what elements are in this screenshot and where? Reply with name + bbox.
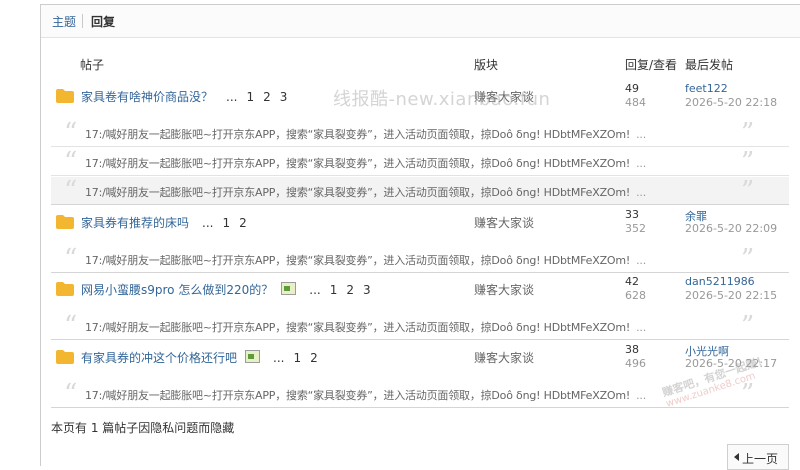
image-attachment-icon <box>281 282 297 295</box>
page-link[interactable]: 1 <box>330 283 338 297</box>
reply-excerpt-more: ... <box>636 157 646 170</box>
page-link[interactable]: 2 <box>346 283 354 297</box>
reply-excerpt-row[interactable]: “ 17:/喊好朋友一起膨胀吧~打开京东APP，搜索“家具裂变券”，进入活动页面领… <box>51 118 789 148</box>
quote-close-icon: ” <box>741 118 755 148</box>
last-poster-link[interactable]: dan5211986 <box>685 275 755 288</box>
thread-row: 网易小蛮腰s9pro 怎么做到220的？... 1 2 3 赚客大家谈 42 628 dan5… <box>51 275 789 305</box>
reply-excerpt-text: 17:/喊好朋友一起膨胀吧~打开京东APP，搜索“家具裂变券”，进入活动页面领取… <box>85 155 646 171</box>
reply-excerpt-text: 17:/喊好朋友一起膨胀吧~打开京东APP，搜索“家具裂变券”，进入活动页面领取… <box>85 319 646 335</box>
reply-excerpt-text: 17:/喊好朋友一起膨胀吧~打开京东APP，搜索“家具裂变券”，进入活动页面领取… <box>85 387 646 403</box>
thread-forum-link[interactable]: 赚客大家谈 <box>474 214 534 231</box>
thread-row: 有家具券的冲这个价格还行吧... 1 2 赚客大家谈 38 496 小光光啊 2026-5-2… <box>51 343 789 373</box>
thread-title-link[interactable]: 家具卷有啥神价商品没？ <box>81 90 213 104</box>
page-link[interactable]: 1 <box>222 216 230 230</box>
thread-title-link[interactable]: 网易小蛮腰s9pro 怎么做到220的？ <box>81 283 273 297</box>
quote-open-icon: “ <box>64 118 78 148</box>
folder-icon <box>56 89 74 103</box>
watermark-center: 线报酷-new.xianbao.fun <box>333 89 551 110</box>
thread-title-link[interactable]: 家具券有推荐的床吗 <box>81 216 189 230</box>
view-count: 352 <box>625 222 646 235</box>
thread-pagination: ... 1 2 3 <box>217 90 287 104</box>
view-count: 484 <box>625 96 646 109</box>
prev-page-label: 上一页 <box>742 452 779 466</box>
thread-pagination: ... 1 2 <box>264 351 318 365</box>
quote-close-icon: ” <box>741 244 755 274</box>
reply-excerpt-text: 17:/喊好朋友一起膨胀吧~打开京东APP，搜索“家具裂变券”，进入活动页面领取… <box>85 252 646 268</box>
image-attachment-icon <box>245 350 261 363</box>
thread-title-area: 网易小蛮腰s9pro 怎么做到220的？... 1 2 3 <box>81 281 371 298</box>
reply-excerpt-more: ... <box>636 389 646 402</box>
page-link: ... <box>202 216 214 230</box>
view-count: 628 <box>625 289 646 302</box>
tab-topics[interactable]: 主题 <box>52 13 76 30</box>
reply-count: 42 <box>625 275 639 288</box>
reply-excerpt-row[interactable]: “ 17:/喊好朋友一起膨胀吧~打开京东APP，搜索“家具裂变券”，进入活动页面领… <box>51 244 789 274</box>
reply-excerpt-text: 17:/喊好朋友一起膨胀吧~打开京东APP，搜索“家具裂变券”，进入活动页面领取… <box>85 184 646 200</box>
reply-excerpt-body: 17:/喊好朋友一起膨胀吧~打开京东APP，搜索“家具裂变券”，进入活动页面领取… <box>85 186 631 199</box>
reply-excerpt-more: ... <box>636 128 646 141</box>
page-link[interactable]: 2 <box>310 351 318 365</box>
reply-excerpt-body: 17:/喊好朋友一起膨胀吧~打开京东APP，搜索“家具裂变券”，进入活动页面领取… <box>85 254 631 267</box>
quote-open-icon: “ <box>64 176 78 206</box>
reply-excerpt-body: 17:/喊好朋友一起膨胀吧~打开京东APP，搜索“家具裂变券”，进入活动页面领取… <box>85 321 631 334</box>
quote-close-icon: ” <box>741 311 755 341</box>
thread-forum-link[interactable]: 赚客大家谈 <box>474 349 534 366</box>
reply-count: 49 <box>625 82 639 95</box>
page-link: ... <box>273 351 285 365</box>
thread-title-area: 家具卷有啥神价商品没？... 1 2 3 <box>81 88 287 105</box>
thread-title-area: 有家具券的冲这个价格还行吧... 1 2 <box>81 349 318 366</box>
page-link[interactable]: 1 <box>293 351 301 365</box>
quote-open-icon: “ <box>64 147 78 177</box>
tab-replies[interactable]: 回复 <box>91 13 115 30</box>
folder-icon <box>56 282 74 296</box>
thread-forum-link[interactable]: 赚客大家谈 <box>474 281 534 298</box>
prev-page-button[interactable]: 上一页 <box>727 444 789 470</box>
reply-count: 38 <box>625 343 639 356</box>
reply-excerpt-more: ... <box>636 254 646 267</box>
quote-open-icon: “ <box>64 311 78 341</box>
column-header-post: 帖子 <box>80 58 105 72</box>
reply-excerpt-more: ... <box>636 321 646 334</box>
quote-open-icon: “ <box>64 379 78 409</box>
thread-row: 家具券有推荐的床吗... 1 2 赚客大家谈 33 352 余罪 2026-5-20 22:0… <box>51 208 789 238</box>
thread-title-area: 家具券有推荐的床吗... 1 2 <box>81 214 247 231</box>
reply-excerpt-body: 17:/喊好朋友一起膨胀吧~打开京东APP，搜索“家具裂变券”，进入活动页面领取… <box>85 128 631 141</box>
column-header-stats: 回复/查看 <box>625 58 678 72</box>
page-link: ... <box>226 90 238 104</box>
view-count: 496 <box>625 357 646 370</box>
reply-excerpt-text: 17:/喊好朋友一起膨胀吧~打开京东APP，搜索“家具裂变券”，进入活动页面领取… <box>85 126 646 142</box>
last-poster-link[interactable]: feet122 <box>685 82 728 95</box>
folder-icon <box>56 215 74 229</box>
page-link[interactable]: 3 <box>280 90 288 104</box>
page-link[interactable]: 2 <box>239 216 247 230</box>
reply-excerpt-more: ... <box>636 186 646 199</box>
last-post-time: 2026-5-20 22:18 <box>685 96 778 109</box>
page-link[interactable]: 3 <box>363 283 371 297</box>
thread-title-link[interactable]: 有家具券的冲这个价格还行吧 <box>81 351 237 365</box>
tab-divider <box>82 14 83 28</box>
quote-open-icon: “ <box>64 244 78 274</box>
page-link: ... <box>309 283 321 297</box>
reply-excerpt-row[interactable]: “ 17:/喊好朋友一起膨胀吧~打开京东APP，搜索“家具裂变券”，进入活动页面领… <box>51 176 789 206</box>
thread-pagination: ... 1 2 3 <box>300 283 370 297</box>
folder-icon <box>56 350 74 364</box>
hidden-posts-note: 本页有 1 篇帖子因隐私问题而隐藏 <box>51 421 235 435</box>
column-header-last-post: 最后发帖 <box>685 58 734 72</box>
reply-count: 33 <box>625 208 639 221</box>
quote-close-icon: ” <box>741 176 755 206</box>
page-link[interactable]: 2 <box>263 90 271 104</box>
quote-close-icon: ” <box>741 147 755 177</box>
page-link[interactable]: 1 <box>246 90 254 104</box>
triangle-left-icon <box>734 453 739 461</box>
reply-excerpt-row[interactable]: “ 17:/喊好朋友一起膨胀吧~打开京东APP，搜索“家具裂变券”，进入活动页面领… <box>51 147 789 177</box>
tab-bar: 主题 回复 <box>41 5 800 38</box>
thread-pagination: ... 1 2 <box>193 216 247 230</box>
reply-excerpt-body: 17:/喊好朋友一起膨胀吧~打开京东APP，搜索“家具裂变券”，进入活动页面领取… <box>85 157 631 170</box>
reply-excerpt-row[interactable]: “ 17:/喊好朋友一起膨胀吧~打开京东APP，搜索“家具裂变券”，进入活动页面领… <box>51 311 789 341</box>
last-post-time: 2026-5-20 22:09 <box>685 222 778 235</box>
reply-excerpt-body: 17:/喊好朋友一起膨胀吧~打开京东APP，搜索“家具裂变券”，进入活动页面领取… <box>85 389 631 402</box>
last-post-time: 2026-5-20 22:15 <box>685 289 778 302</box>
column-header-forum: 版块 <box>474 58 499 72</box>
